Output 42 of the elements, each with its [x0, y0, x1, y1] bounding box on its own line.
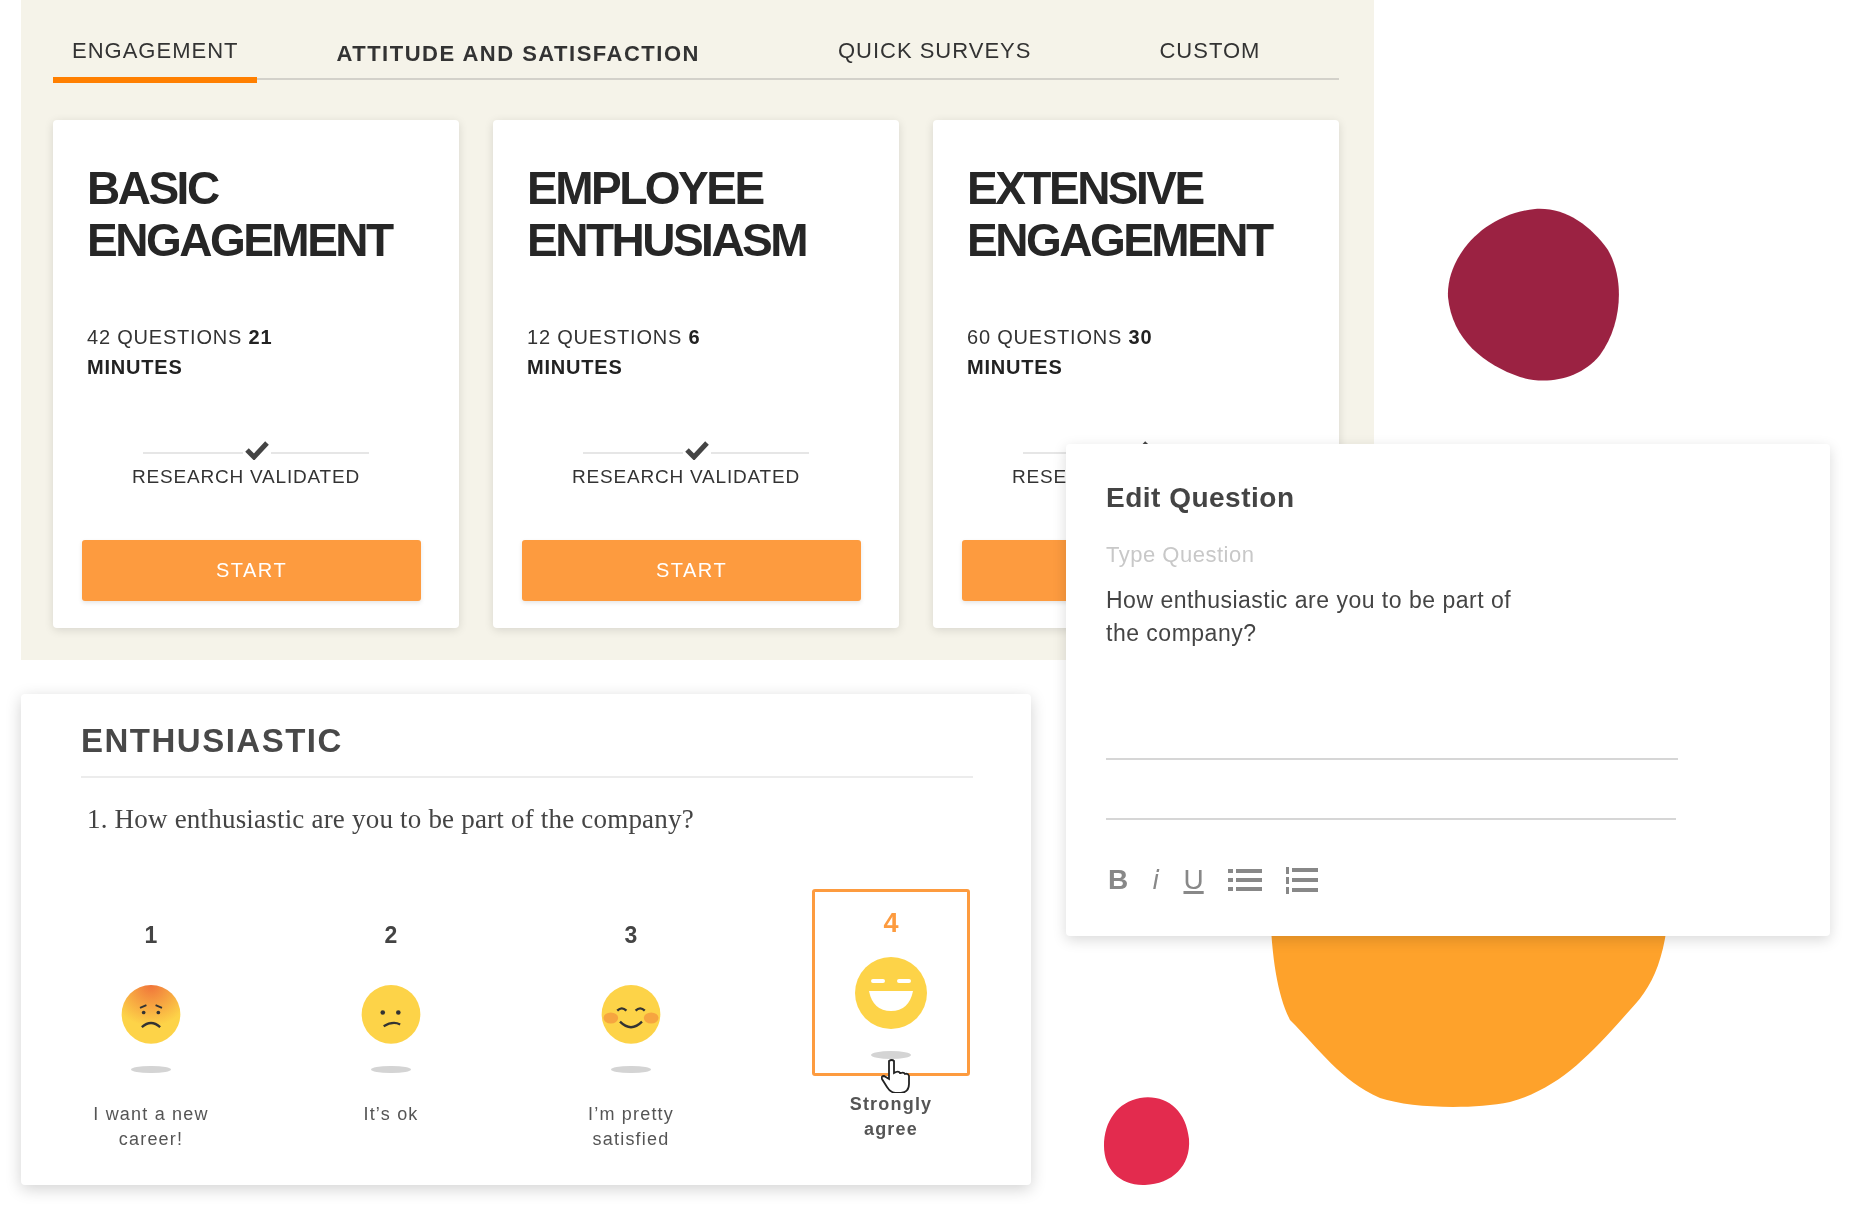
tab[interactable]: ENGAGEMENT [53, 30, 258, 83]
card-title: EMPLOYEE ENTHUSIASM [527, 162, 808, 266]
rating-option[interactable]: 3 [552, 889, 710, 1076]
section-title: ENTHUSIASTIC [81, 722, 344, 760]
question-text: 1. How enthusiastic are you to be part of the company? [87, 804, 695, 835]
face-shadow [131, 1065, 171, 1073]
bullet-list-icon[interactable] [1227, 867, 1262, 893]
rating-number: 1 [144, 922, 158, 949]
rating-label: It’s ok [362, 1103, 420, 1126]
face-shadow [611, 1065, 651, 1073]
rating-option[interactable]: 2 [312, 889, 470, 1076]
underline-button[interactable]: U [1183, 864, 1204, 896]
tab[interactable]: QUICK SURVEYS [818, 30, 1051, 83]
rating-label: Strongly agree [848, 1093, 934, 1141]
face-shadow [371, 1065, 411, 1073]
rating-number: 2 [384, 922, 398, 949]
rating-label: I want a new career! [92, 1103, 210, 1151]
bold-button[interactable]: B [1108, 864, 1129, 896]
rating-option[interactable]: 1 [72, 889, 230, 1076]
rating-number: 4 [883, 908, 899, 939]
italic-button[interactable]: i [1152, 864, 1160, 896]
grinning-face-icon [855, 957, 927, 1029]
validation-label: RESEARCH VALIDATED [132, 466, 362, 488]
validation-label: RESEARCH VALIDATED [572, 466, 802, 488]
card-title: BASIC ENGAGEMENT [87, 162, 394, 266]
validation-label: RESE [1012, 466, 1068, 488]
numbered-list-icon[interactable] [1285, 866, 1318, 894]
tab[interactable]: CUSTOM [1140, 30, 1280, 83]
field-value: How enthusiastic are you to be part of the company? [1106, 586, 1513, 648]
survey-details: 12 QUESTIONS 6 MINUTES [527, 325, 702, 380]
card-title: EXTENSIVE ENGAGEMENT [967, 162, 1274, 266]
face-shadow [871, 1051, 911, 1059]
tab[interactable]: ATTITUDE AND SATISFACTION [317, 30, 719, 86]
survey-details: 42 QUESTIONS 21 MINUTES [87, 325, 274, 380]
rating-label: I’m pretty satisfied [587, 1103, 675, 1151]
worried-face-icon [119, 985, 183, 1044]
smiling-face-icon [599, 985, 663, 1044]
rating-number: 3 [624, 922, 638, 949]
hand-cursor-icon [881, 1059, 911, 1093]
survey-details: 60 QUESTIONS 30 MINUTES [967, 325, 1154, 380]
panel-title: Edit Question [1106, 482, 1296, 514]
unsure-face-icon [359, 985, 423, 1044]
